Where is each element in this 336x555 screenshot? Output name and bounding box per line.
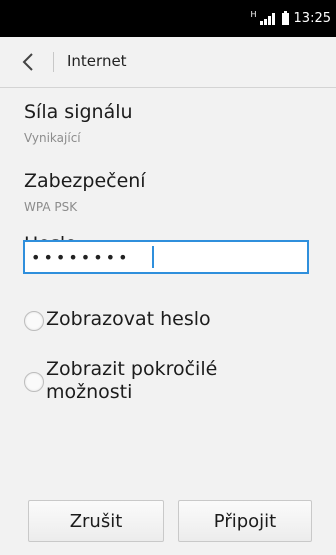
signal-strength-label: Síla signálu [24,101,133,123]
page-title: Internet [67,52,127,70]
battery-icon [281,10,289,25]
advanced-options-option[interactable]: Zobrazit pokročilé možnosti [24,358,217,404]
advanced-options-checkbox[interactable] [24,372,44,392]
security-value: WPA PSK [24,200,78,214]
cancel-button[interactable]: Zrušit [28,500,164,542]
chevron-left-icon [22,52,34,72]
security-label: Zabezpečení [24,170,146,192]
signal-icon [259,12,275,25]
advanced-options-label-line2: možnosti [46,381,133,403]
network-type: H [250,10,257,19]
show-password-checkbox[interactable] [24,311,44,331]
signal-strength-value: Vynikající [24,131,81,145]
advanced-options-label-line1: Zobrazit pokročilé [46,358,218,380]
app-header: Internet [0,37,336,88]
show-password-option[interactable]: Zobrazovat heslo [24,308,211,331]
status-bar: H 13:25 [0,0,336,37]
text-caret [152,246,154,268]
back-button[interactable] [14,47,42,77]
advanced-options-label: Zobrazit pokročilé možnosti [46,358,217,404]
header-divider [53,52,54,72]
password-input[interactable] [23,240,309,274]
status-time: 13:25 [293,11,331,26]
status-icons: H 13:25 [251,0,331,37]
connect-button[interactable]: Připojit [178,500,312,542]
show-password-label: Zobrazovat heslo [46,308,211,330]
